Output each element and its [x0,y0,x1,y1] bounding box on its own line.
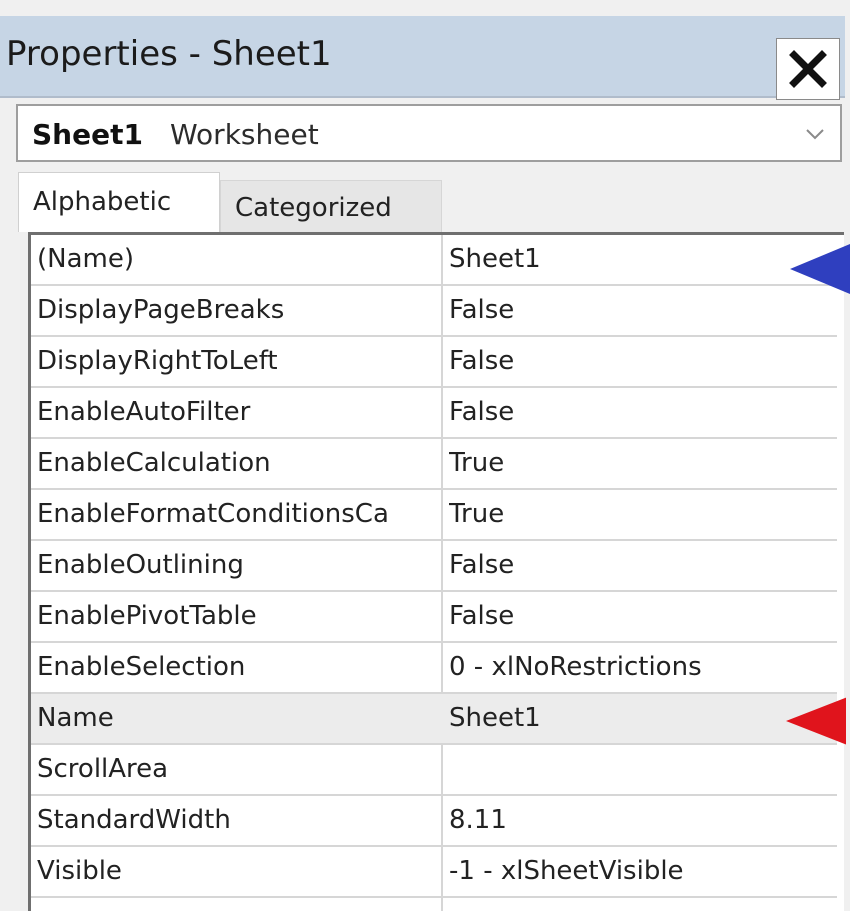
tab-alphabetic[interactable]: Alphabetic [18,172,220,232]
close-icon [789,50,827,88]
title-bar: Properties - Sheet1 [0,0,850,100]
property-grid: (Name) Sheet1 DisplayPageBreaks False Di… [28,232,844,911]
property-row-displaypagebreaks[interactable]: DisplayPageBreaks False [31,286,837,337]
title-bar-band: Properties - Sheet1 [0,16,845,100]
object-name: Sheet1 [32,118,143,151]
property-name: DisplayRightToLeft [37,346,278,376]
property-row-scrollarea[interactable]: ScrollArea [31,745,837,796]
property-value[interactable]: False [449,346,829,376]
property-value[interactable]: False [449,550,829,580]
property-value[interactable]: True [449,448,829,478]
property-name: EnableFormatConditionsCa [37,499,389,529]
property-value[interactable]: -1 - xlSheetVisible [449,856,829,886]
property-row-standardwidth[interactable]: StandardWidth 8.11 [31,796,837,847]
chevron-down-icon[interactable] [804,124,826,144]
property-name: EnableCalculation [37,448,271,478]
property-row-enablepivottable[interactable]: EnablePivotTable False [31,592,837,643]
property-row-enableautofilter[interactable]: EnableAutoFilter False [31,388,837,439]
property-value[interactable]: False [449,397,829,427]
property-value[interactable]: 8.11 [449,805,829,835]
property-row-displayrighttoleft[interactable]: DisplayRightToLeft False [31,337,837,388]
property-name: Visible [37,856,122,886]
property-row-name-paren[interactable]: (Name) Sheet1 [31,235,837,286]
property-value[interactable]: 0 - xlNoRestrictions [449,652,829,682]
property-row-enablecalculation[interactable]: EnableCalculation True [31,439,837,490]
property-name: StandardWidth [37,805,231,835]
property-name: EnableAutoFilter [37,397,251,427]
property-name: DisplayPageBreaks [37,295,285,325]
property-name: EnableSelection [37,652,246,682]
object-selector[interactable]: Sheet1 Worksheet [16,104,842,162]
property-row-enableoutlining[interactable]: EnableOutlining False [31,541,837,592]
window-title: Properties - Sheet1 [6,34,332,74]
blue-pointer-arrow-icon [790,244,850,294]
property-value[interactable]: Sheet1 [449,244,829,274]
property-name: EnableOutlining [37,550,244,580]
property-row-enableselection[interactable]: EnableSelection 0 - xlNoRestrictions [31,643,837,694]
property-name: ScrollArea [37,754,169,784]
property-row-visible[interactable]: Visible -1 - xlSheetVisible [31,847,837,898]
property-name: Name [37,703,114,733]
tab-categorized[interactable]: Categorized [220,180,442,232]
red-pointer-arrow-icon [786,697,846,745]
property-name: EnablePivotTable [37,601,257,631]
property-value[interactable]: Sheet1 [449,703,829,733]
object-type: Worksheet [170,118,319,151]
property-value[interactable]: True [449,499,829,529]
properties-window: Properties - Sheet1 Sheet1 Worksheet Alp… [0,0,850,911]
property-value[interactable]: False [449,295,829,325]
property-name: (Name) [37,244,134,274]
property-row-enableformatconditions[interactable]: EnableFormatConditionsCa True [31,490,837,541]
close-button[interactable] [776,38,840,100]
property-row-name[interactable]: Name Sheet1 [31,694,837,745]
property-value[interactable]: False [449,601,829,631]
